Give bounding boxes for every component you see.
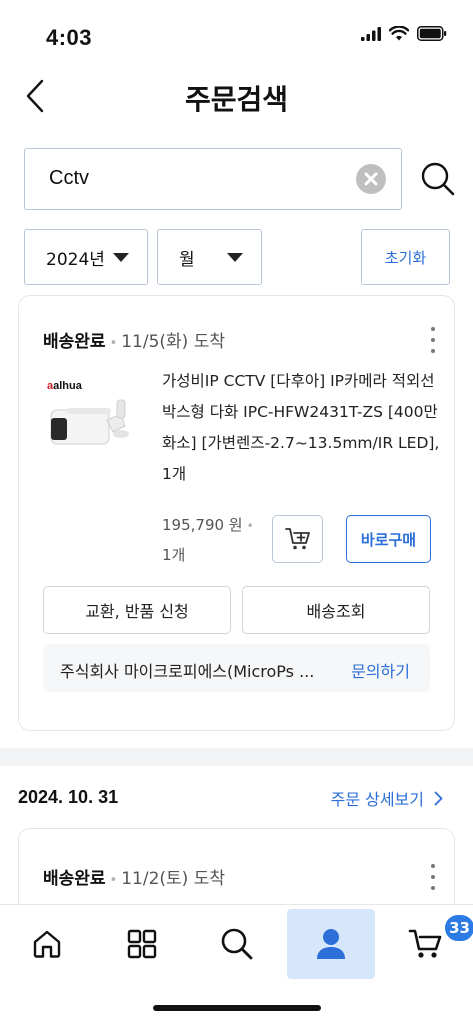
delivery-status: 배송완료: [43, 332, 106, 352]
dot: [431, 864, 435, 868]
cellular-signal-icon: [361, 26, 381, 41]
product-title[interactable]: 가성비IP CCTV [다후아] IP카메라 적외선 박스형 다화 IPC-HF…: [162, 366, 440, 490]
cart-plus-icon: [284, 528, 310, 550]
year-select[interactable]: 2024년: [24, 229, 148, 285]
tab-categories[interactable]: [98, 909, 186, 979]
exchange-return-button[interactable]: 교환, 반품 신청: [43, 586, 231, 634]
delivery-status: 배송완료: [43, 869, 106, 889]
status-bar: 4:03: [0, 0, 473, 62]
clear-search-button[interactable]: [356, 164, 386, 194]
order-detail-label: 주문 상세보기: [330, 790, 424, 809]
order-card: 배송완료 • 11/5(화) 도착 aalhua 가성비IP CCTV [다후아] …: [18, 295, 455, 731]
home-icon: [33, 930, 61, 958]
page-title: 주문검색: [184, 83, 289, 116]
product-image[interactable]: aalhua: [47, 380, 137, 470]
more-options-button[interactable]: [428, 327, 438, 353]
tab-my-page[interactable]: [287, 909, 375, 979]
search-button[interactable]: [420, 161, 456, 197]
more-options-button[interactable]: [428, 864, 438, 890]
track-delivery-button[interactable]: 배송조회: [242, 586, 430, 634]
home-indicator: [153, 1005, 321, 1011]
chevron-right-icon: [434, 791, 443, 805]
nav-header: 주문검색: [0, 62, 473, 132]
order-detail-link[interactable]: 주문 상세보기: [331, 786, 443, 810]
tab-cart[interactable]: 33: [382, 909, 473, 979]
arrival-date: 11/2(토) 도착: [121, 869, 225, 889]
battery-icon: [417, 26, 447, 41]
month-select-label: 월: [179, 249, 195, 270]
year-select-label: 2024년: [46, 249, 105, 270]
search-input[interactable]: Cctv: [24, 148, 402, 210]
search-icon: [421, 162, 455, 196]
cart-icon: [408, 929, 442, 958]
dot: [431, 349, 435, 353]
tab-home[interactable]: [3, 909, 91, 979]
dot: [431, 338, 435, 342]
dot: [431, 875, 435, 879]
seller-row: 주식회사 마이크로피에스(MicroPs ... 문의하기: [43, 644, 430, 692]
status-time: 4:03: [46, 25, 93, 50]
search-icon: [221, 928, 253, 960]
person-icon: [317, 929, 345, 959]
buy-now-button[interactable]: 바로구매: [346, 515, 431, 563]
separator-dot: •: [246, 519, 254, 533]
month-select[interactable]: 월: [157, 229, 262, 285]
tab-search[interactable]: [193, 909, 281, 979]
wifi-icon: [389, 26, 409, 41]
separator-dot: •: [109, 336, 118, 351]
reset-button[interactable]: 초기화: [361, 229, 450, 285]
price-info: 195,790 원 • 1개: [162, 511, 262, 570]
chevron-down-icon: [227, 253, 243, 262]
quantity: 1개: [162, 546, 186, 564]
separator-dot: •: [109, 873, 118, 888]
close-icon: [364, 172, 378, 186]
cart-count-badge: 33: [443, 913, 473, 943]
dot: [431, 886, 435, 890]
arrival-date: 11/5(화) 도착: [121, 332, 225, 352]
grid-icon: [127, 929, 157, 959]
order-status: 배송완료 • 11/2(토) 도착: [43, 864, 225, 889]
cctv-camera-image: [50, 399, 129, 445]
status-icons: [361, 26, 447, 41]
order-status: 배송완료 • 11/5(화) 도착: [43, 327, 225, 352]
section-divider: [0, 748, 473, 766]
chevron-down-icon: [113, 253, 129, 262]
order-date: 2024. 10. 31: [18, 787, 119, 807]
seller-name: 주식회사 마이크로피에스(MicroPs ...: [60, 662, 315, 681]
search-query: Cctv: [49, 167, 89, 189]
price: 195,790 원: [162, 516, 243, 534]
add-to-cart-button[interactable]: [272, 515, 323, 563]
dot: [431, 327, 435, 331]
inquiry-link[interactable]: 문의하기: [351, 658, 410, 682]
